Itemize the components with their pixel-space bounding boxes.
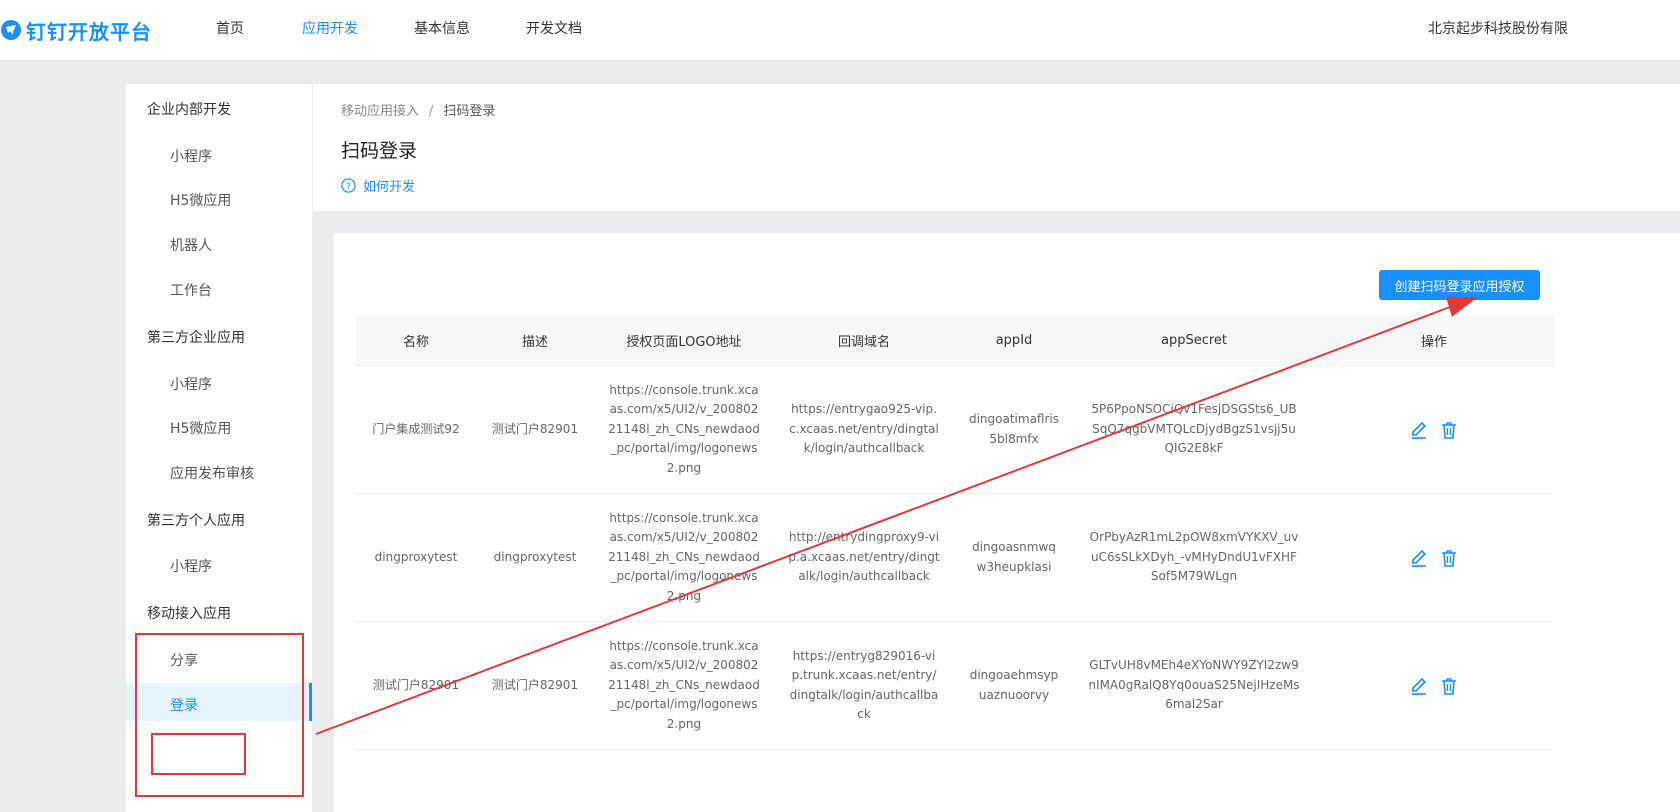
company-name[interactable]: 北京起步科技股份有限: [1428, 18, 1568, 38]
cell-secret: GLTvUH8vMEh4eXYoNWY9ZYI2zw9nIMA0gRalQ8Yq…: [1074, 621, 1314, 750]
cell-ops: [1314, 621, 1554, 750]
col-secret: appSecret: [1074, 315, 1314, 366]
table-header-row: 名称 描述 授权页面LOGO地址 回调域名 appId appSecret 操作: [356, 315, 1554, 366]
sidebar-item-personal-miniapp[interactable]: 小程序: [170, 556, 212, 576]
sidebar-item-tp-miniapp[interactable]: 小程序: [170, 374, 212, 394]
col-ops: 操作: [1314, 315, 1554, 366]
create-scan-login-auth-button[interactable]: 创建扫码登录应用授权: [1379, 270, 1540, 300]
table-row: dingproxytest dingproxytest https://cons…: [356, 493, 1554, 622]
cell-ops: [1314, 365, 1554, 494]
cell-ops: [1314, 493, 1554, 622]
cell-logo: https://console.trunk.xcaas.com/x5/UI2/v…: [594, 493, 774, 622]
page-title: 扫码登录: [341, 140, 418, 162]
logo[interactable]: 钉钉开放平台: [0, 16, 152, 44]
cell-desc: dingproxytest: [476, 493, 594, 622]
sidebar-group-mobile-access: 移动接入应用: [147, 606, 231, 622]
cell-appid: dingoatimaflris5bl8mfx: [954, 365, 1074, 494]
cell-name: 门户集成测试92: [356, 365, 476, 494]
cell-callback: http://entrydingproxy9-vip.a.xcaas.net/e…: [774, 493, 954, 622]
sidebar-item-release-review[interactable]: 应用发布审核: [170, 463, 254, 483]
nav-dev-docs[interactable]: 开发文档: [526, 18, 582, 38]
cell-secret: OrPbyAzR1mL2pOW8xmVYKXV_uvuC6sSLkXDyh_-v…: [1074, 493, 1314, 622]
delete-icon[interactable]: [1439, 420, 1459, 440]
table-row: 测试门户82901 测试门户82901 https://console.trun…: [356, 621, 1554, 750]
edit-icon[interactable]: [1409, 420, 1429, 440]
delete-icon[interactable]: [1439, 676, 1459, 696]
col-desc: 描述: [476, 315, 594, 366]
nav-app-dev[interactable]: 应用开发: [302, 18, 358, 38]
cell-callback: https://entrygao925-vip.c.xcaas.net/entr…: [774, 365, 954, 494]
top-navbar: 钉钉开放平台 首页 应用开发 基本信息 开发文档 北京起步科技股份有限: [0, 0, 1680, 61]
sidebar-item-internal-h5[interactable]: H5微应用: [170, 190, 231, 210]
question-circle-icon: ?: [341, 178, 356, 193]
nav-basic-info[interactable]: 基本信息: [414, 18, 470, 38]
breadcrumb-separator: /: [429, 104, 434, 119]
content-card: 创建扫码登录应用授权 名称 描述 授权页面LOGO地址 回调域名 appId a…: [334, 233, 1680, 812]
col-logo: 授权页面LOGO地址: [594, 315, 774, 366]
delete-icon[interactable]: [1439, 548, 1459, 568]
breadcrumb-parent[interactable]: 移动应用接入: [341, 104, 419, 119]
edit-icon[interactable]: [1409, 548, 1429, 568]
apps-table: 名称 描述 授权页面LOGO地址 回调域名 appId appSecret 操作…: [356, 315, 1554, 750]
sidebar-item-tp-h5[interactable]: H5微应用: [170, 418, 231, 438]
sidebar-item-internal-miniapp[interactable]: 小程序: [170, 146, 212, 166]
page-header: 移动应用接入 / 扫码登录 扫码登录 ? 如何开发: [313, 84, 1680, 211]
dingtalk-logo-icon: [1, 20, 21, 40]
cell-desc: 测试门户82901: [476, 365, 594, 494]
howto-link[interactable]: ? 如何开发: [341, 176, 415, 195]
sidebar-group-third-party-enterprise: 第三方企业应用: [147, 330, 245, 346]
svg-text:?: ?: [346, 181, 351, 192]
sidebar-group-third-party-personal: 第三方个人应用: [147, 513, 245, 529]
nav-home[interactable]: 首页: [216, 18, 244, 38]
cell-appid: dingoaehmsypuaznuoorvy: [954, 621, 1074, 750]
logo-text: 钉钉开放平台: [26, 19, 152, 44]
cell-logo: https://console.trunk.xcaas.com/x5/UI2/v…: [594, 365, 774, 494]
table-row: 门户集成测试92 测试门户82901 https://console.trunk…: [356, 365, 1554, 494]
cell-name: dingproxytest: [356, 493, 476, 622]
col-callback: 回调域名: [774, 315, 954, 366]
cell-callback: https://entryg829016-vip.trunk.xcaas.net…: [774, 621, 954, 750]
cell-desc: 测试门户82901: [476, 621, 594, 750]
sidebar-group-internal: 企业内部开发: [147, 102, 231, 118]
cell-logo: https://console.trunk.xcaas.com/x5/UI2/v…: [594, 621, 774, 750]
sidebar-item-workbench[interactable]: 工作台: [170, 280, 212, 300]
annotation-box-login-item: [151, 733, 246, 775]
col-appid: appId: [954, 315, 1074, 366]
breadcrumb-current: 扫码登录: [443, 104, 496, 119]
sidebar-item-robot[interactable]: 机器人: [170, 235, 212, 255]
cell-appid: dingoasnmwqw3heupklasi: [954, 493, 1074, 622]
howto-label: 如何开发: [363, 180, 416, 195]
cell-name: 测试门户82901: [356, 621, 476, 750]
breadcrumb: 移动应用接入 / 扫码登录: [341, 100, 495, 119]
edit-icon[interactable]: [1409, 676, 1429, 696]
col-name: 名称: [356, 315, 476, 366]
cell-secret: 5P6PpoNSOCiQv1FesjDSGSts6_UBSqO7qgbVMTQL…: [1074, 365, 1314, 494]
